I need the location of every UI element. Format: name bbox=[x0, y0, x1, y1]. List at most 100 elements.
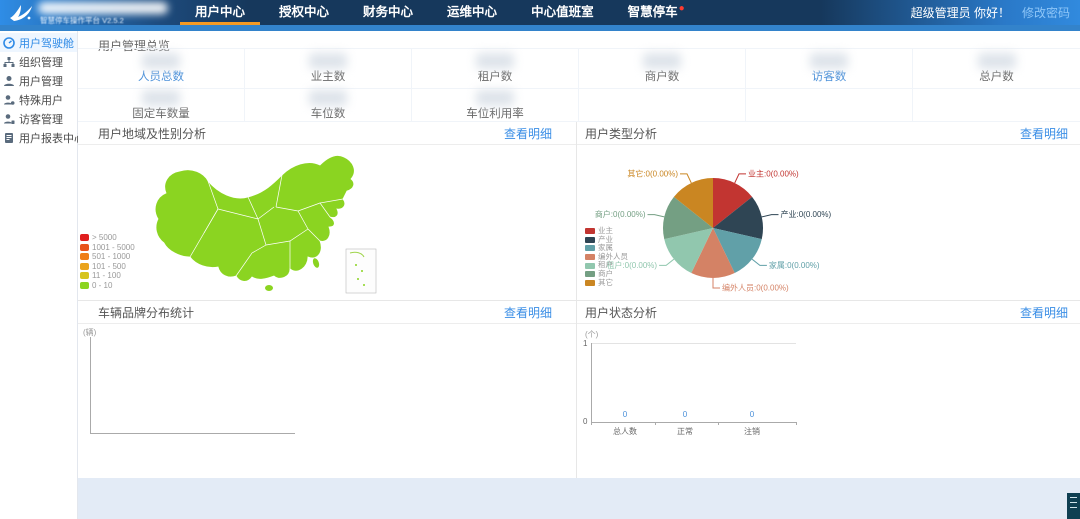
sidebar-item-visitor-management[interactable]: 访客管理 bbox=[0, 109, 77, 128]
pie-label-line bbox=[752, 259, 767, 265]
hainan-shape bbox=[265, 285, 273, 291]
dashboard-icon bbox=[3, 37, 15, 49]
legend-swatch bbox=[80, 263, 89, 270]
visitor-icon bbox=[3, 113, 15, 125]
topbar-user-area: 超级管理员 你好！ 修改密码 bbox=[911, 0, 1070, 25]
sidebar-item-org-management[interactable]: 组织管理 bbox=[0, 52, 77, 71]
report-icon bbox=[3, 132, 15, 144]
legend-item: 1001 - 5000 bbox=[80, 243, 135, 253]
sidebar-item-user-management[interactable]: 用户管理 bbox=[0, 71, 77, 90]
main-content: 用户管理总览 人员总数 业主数 租户数 商户数 bbox=[78, 31, 1080, 478]
app-window: 智慧停车操作平台 V2.5.2 用户中心 授权中心 财务中心 运维中心 中心值班… bbox=[0, 0, 1080, 519]
panel-user-status: 用户状态分析 查看明细 (个) 1 0 0 0 0 bbox=[577, 301, 1080, 479]
stat-card-parking-utilization[interactable]: 车位利用率 bbox=[412, 88, 579, 122]
legend-swatch bbox=[585, 228, 595, 234]
gridline-top bbox=[591, 343, 796, 344]
stats-row-1: 人员总数 业主数 租户数 商户数 访客数 bbox=[78, 48, 1080, 88]
legend-swatch bbox=[80, 272, 89, 279]
nav-tab-smart-parking[interactable]: 智慧停车● bbox=[611, 0, 702, 25]
logo: 智慧停车操作平台 V2.5.2 bbox=[6, 1, 181, 25]
view-detail-link-status[interactable]: 查看明细 bbox=[1020, 304, 1068, 321]
charts-row-bottom: 车辆品牌分布统计 查看明细 (辆) 用户状态分析 查看明细 (个) 1 bbox=[78, 300, 1080, 479]
pie-label-line bbox=[659, 259, 674, 265]
redacted-value bbox=[476, 90, 514, 106]
stat-card-total-people[interactable]: 人员总数 bbox=[78, 48, 245, 88]
logo-redaction bbox=[38, 2, 168, 14]
view-detail-link-type[interactable]: 查看明细 bbox=[1020, 125, 1068, 142]
logo-swoosh-icon bbox=[8, 2, 34, 24]
pie-label: 其它:0(0.00%) bbox=[627, 169, 678, 179]
panel-header: 用户类型分析 查看明细 bbox=[577, 122, 1080, 145]
category-label: 总人数 bbox=[613, 426, 637, 437]
y-tick-1: 1 bbox=[583, 339, 587, 348]
user-status-chart: (个) 1 0 0 0 0 总人数 正常 注销 bbox=[577, 324, 1080, 479]
stat-cell-empty bbox=[579, 88, 746, 122]
legend-item: 其它 bbox=[585, 279, 628, 288]
legend-item: 501 - 1000 bbox=[80, 252, 135, 262]
special-user-icon bbox=[3, 94, 15, 106]
panel-title: 车辆品牌分布统计 bbox=[98, 304, 194, 321]
stat-cell-empty bbox=[746, 88, 913, 122]
legend-swatch bbox=[585, 263, 595, 269]
notification-dot-icon: ● bbox=[679, 3, 685, 14]
category-label: 注销 bbox=[744, 426, 760, 437]
sidebar-item-user-dashboard[interactable]: 用户驾驶舱 bbox=[0, 33, 77, 52]
redacted-value bbox=[142, 53, 180, 69]
floating-side-widget[interactable] bbox=[1067, 493, 1080, 519]
panel-title: 用户状态分析 bbox=[585, 304, 657, 321]
sidebar-item-special-users[interactable]: 特殊用户 bbox=[0, 90, 77, 109]
stat-cell-empty bbox=[913, 88, 1080, 122]
view-detail-link-brand[interactable]: 查看明细 bbox=[504, 304, 552, 321]
charts-row-top: 用户地域及性别分析 查看明细 bbox=[78, 122, 1080, 300]
x-axis-tick bbox=[591, 422, 592, 425]
pie-label-line bbox=[648, 215, 665, 217]
y-axis bbox=[90, 337, 91, 433]
stat-card-total-households[interactable]: 总户数 bbox=[913, 48, 1080, 88]
nav-tab-duty-room[interactable]: 中心值班室 bbox=[514, 0, 611, 25]
pie-legend: 业主 产业 家属 编外人员 租户 商户 其它 bbox=[585, 227, 628, 287]
x-axis bbox=[591, 422, 796, 423]
sidebar-item-user-report-center[interactable]: 用户报表中心 bbox=[0, 128, 77, 147]
legend-item: 11 - 100 bbox=[80, 271, 135, 281]
x-axis bbox=[90, 433, 295, 434]
legend-swatch bbox=[585, 271, 595, 277]
stat-card-tenants[interactable]: 租户数 bbox=[412, 48, 579, 88]
legend-swatch bbox=[80, 234, 89, 241]
stat-card-parking-spaces[interactable]: 车位数 bbox=[245, 88, 412, 122]
panel-user-type: 用户类型分析 查看明细 业主:0(0.00%)产业:0(0.00%)家属:0(0… bbox=[577, 122, 1080, 300]
south-china-sea-inset bbox=[346, 249, 376, 293]
y-tick-0: 0 bbox=[583, 417, 587, 426]
nav-tab-ops-center[interactable]: 运维中心 bbox=[430, 0, 514, 25]
stat-card-visitors[interactable]: 访客数 bbox=[746, 48, 913, 88]
user-type-pie-svg: 业主:0(0.00%)产业:0(0.00%)家属:0(0.00%)编外人员:0(… bbox=[577, 145, 1080, 300]
map-legend: > 5000 1001 - 5000 501 - 1000 101 - 500 … bbox=[80, 233, 135, 290]
stat-card-fixed-vehicles[interactable]: 固定车数量 bbox=[78, 88, 245, 122]
taiwan-shape bbox=[312, 257, 321, 268]
pie-label-line bbox=[713, 278, 720, 288]
panel-title: 用户类型分析 bbox=[585, 125, 657, 142]
pie-label: 业主:0(0.00%) bbox=[748, 169, 799, 179]
stats-row-2: 固定车数量 车位数 车位利用率 bbox=[78, 88, 1080, 122]
view-detail-link-region[interactable]: 查看明细 bbox=[504, 125, 552, 142]
redacted-value bbox=[476, 53, 514, 69]
x-axis-tick bbox=[796, 422, 797, 425]
nav-tab-user-center[interactable]: 用户中心 bbox=[178, 0, 262, 25]
y-axis bbox=[591, 343, 592, 422]
pie-label: 商户:0(0.00%) bbox=[595, 209, 646, 219]
x-axis-tick bbox=[718, 422, 719, 425]
sidebar: 用户驾驶舱 组织管理 用户管理 特殊用户 bbox=[0, 31, 78, 519]
nav-tab-auth-center[interactable]: 授权中心 bbox=[262, 0, 346, 25]
legend-swatch bbox=[80, 253, 89, 260]
panel-header: 用户状态分析 查看明细 bbox=[577, 301, 1080, 324]
china-map-svg bbox=[148, 149, 380, 297]
change-password-link[interactable]: 修改密码 bbox=[1022, 4, 1070, 21]
stat-card-owners[interactable]: 业主数 bbox=[245, 48, 412, 88]
redacted-value bbox=[309, 53, 347, 69]
legend-swatch bbox=[585, 280, 595, 286]
nav-tab-finance-center[interactable]: 财务中心 bbox=[346, 0, 430, 25]
panel-header: 车辆品牌分布统计 查看明细 bbox=[78, 301, 576, 324]
legend-item: > 5000 bbox=[80, 233, 135, 243]
main-nav: 用户中心 授权中心 财务中心 运维中心 中心值班室 智慧停车● bbox=[178, 0, 702, 25]
stat-card-merchants[interactable]: 商户数 bbox=[579, 48, 746, 88]
legend-swatch bbox=[80, 282, 89, 289]
